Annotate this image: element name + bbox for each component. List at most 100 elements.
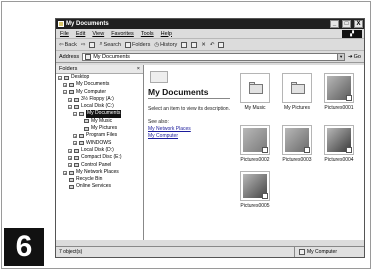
address-label: Address: [59, 53, 80, 60]
folders-icon: [124, 41, 131, 48]
tree-item[interactable]: − My Documents: [56, 110, 143, 118]
tree-item[interactable]: + WINDOWS: [56, 140, 143, 147]
tree-item-label: Control Panel: [81, 161, 112, 168]
back-arrow-icon: ⇦: [59, 41, 64, 48]
tree-expander-icon[interactable]: −: [68, 104, 72, 109]
folder-icon: [291, 84, 305, 94]
tree-item[interactable]: − Desktop: [56, 74, 143, 81]
delete-button[interactable]: ✕: [201, 42, 206, 48]
undo-button[interactable]: ↶: [210, 42, 215, 48]
search-label: Search: [103, 41, 121, 48]
folder-icon: [74, 163, 79, 168]
history-button[interactable]: ◷ History: [154, 42, 177, 48]
file-label: Pictures0001: [324, 105, 354, 111]
tree-item[interactable]: My Pictures: [56, 125, 143, 132]
tree-expander-icon[interactable]: −: [63, 90, 67, 95]
move-to-icon: [181, 41, 188, 48]
link-my-network-places[interactable]: My Network Places: [148, 126, 191, 132]
folder-icon: [79, 134, 84, 139]
tree-item-label: Local Disk (D:): [81, 146, 114, 153]
file-item[interactable]: Pictures0002: [234, 125, 276, 163]
address-field[interactable]: My Documents ▼: [82, 52, 346, 61]
tree-expander-icon[interactable]: −: [58, 75, 62, 80]
tree-item[interactable]: + My Network Places: [56, 169, 143, 176]
toolbar: ⇦ Back ⇨ ⌕ Search Folders ◷ History ✕ ↶: [56, 39, 364, 51]
computer-icon: [299, 249, 305, 255]
address-value: My Documents: [93, 53, 130, 60]
tree-item[interactable]: + Local Disk (D:): [56, 147, 143, 154]
folder-icon: [84, 126, 89, 131]
tree-item[interactable]: + Program Files: [56, 132, 143, 139]
close-button[interactable]: X: [354, 20, 363, 28]
tree-expander-icon[interactable]: −: [73, 112, 77, 117]
go-arrow-icon: ➔: [348, 53, 353, 60]
tree-item[interactable]: Online Services: [56, 183, 143, 190]
up-button[interactable]: [89, 41, 96, 48]
tree-expander-icon[interactable]: +: [68, 155, 72, 160]
file-item[interactable]: My Pictures: [276, 73, 318, 111]
address-bar: Address My Documents ▼ ➔ Go: [56, 51, 364, 63]
tree-item[interactable]: + Compact Disc (E:): [56, 154, 143, 161]
link-my-computer[interactable]: My Computer: [148, 133, 178, 139]
tree-item-label: My Documents: [86, 110, 122, 118]
folder-icon: [58, 21, 64, 27]
folder-icon: [79, 141, 84, 146]
folders-pane-close-button[interactable]: ×: [137, 66, 140, 72]
folder-icon: [249, 84, 263, 94]
tree-item[interactable]: Recycle Bin: [56, 176, 143, 183]
menu-help[interactable]: Help: [161, 31, 172, 37]
search-icon: ⌕: [99, 41, 103, 47]
tree-expander-icon[interactable]: +: [73, 141, 77, 146]
task-pane-divider: [148, 98, 230, 99]
tree-expander-icon[interactable]: +: [68, 97, 72, 102]
tree-expander-icon[interactable]: +: [68, 148, 72, 153]
back-button[interactable]: ⇦ Back: [59, 42, 77, 48]
status-zone-label: My Computer: [307, 249, 338, 255]
tree-item-label: My Pictures: [91, 125, 118, 132]
search-button[interactable]: ⌕ Search: [99, 41, 121, 48]
image-type-icon: [346, 147, 352, 153]
tree-expander-icon[interactable]: +: [63, 170, 67, 175]
folder-icon: [74, 104, 79, 109]
minimize-button[interactable]: _: [330, 20, 339, 28]
tree-expander-icon[interactable]: +: [73, 134, 77, 139]
image-type-icon: [262, 147, 268, 153]
tree-item[interactable]: + Control Panel: [56, 162, 143, 169]
go-label: Go: [353, 53, 361, 60]
tree-expander-icon[interactable]: +: [63, 82, 67, 87]
go-button[interactable]: ➔ Go: [348, 54, 364, 60]
folder-icon: [69, 177, 74, 182]
views-button[interactable]: [218, 41, 225, 48]
menu-tools[interactable]: Tools: [141, 31, 154, 37]
forward-button[interactable]: ⇨: [81, 42, 86, 48]
file-label: Pictures0003: [282, 157, 312, 163]
tree-item[interactable]: My Music: [56, 118, 143, 125]
copy-to-button[interactable]: [191, 41, 198, 48]
file-label: My Music: [244, 105, 266, 111]
folder-icon: [69, 170, 74, 175]
menu-view[interactable]: View: [92, 31, 104, 37]
folder-icon: [84, 119, 89, 124]
file-item[interactable]: My Music: [234, 73, 276, 111]
up-folder-icon: [89, 41, 96, 48]
file-item[interactable]: Pictures0001: [318, 73, 360, 111]
tree-expander-icon[interactable]: +: [68, 163, 72, 168]
file-item[interactable]: Pictures0004: [318, 125, 360, 163]
tree-item[interactable]: + My Documents: [56, 81, 143, 88]
tree-item[interactable]: +3½ Floppy (A:): [56, 96, 143, 103]
menu-edit[interactable]: Edit: [76, 31, 85, 37]
tree-item-label: Recycle Bin: [76, 176, 103, 183]
file-item[interactable]: Pictures0003: [276, 125, 318, 163]
folders-button[interactable]: Folders: [124, 41, 150, 48]
file-label: Pictures0004: [324, 157, 354, 163]
menu-file[interactable]: File: [60, 31, 69, 37]
address-dropdown-icon[interactable]: ▼: [337, 53, 345, 60]
title-bar: My Documents _ □ X: [56, 19, 364, 29]
tree-item[interactable]: − My Computer: [56, 89, 143, 96]
menu-favorites[interactable]: Favorites: [111, 31, 134, 37]
maximize-button[interactable]: □: [342, 20, 351, 28]
content-area: Folders × − Desktop + My Documents − My Compu…: [56, 65, 364, 240]
move-to-button[interactable]: [181, 41, 188, 48]
tree-item[interactable]: − Local Disk (C:): [56, 103, 143, 110]
file-item[interactable]: Pictures0005: [234, 171, 276, 209]
